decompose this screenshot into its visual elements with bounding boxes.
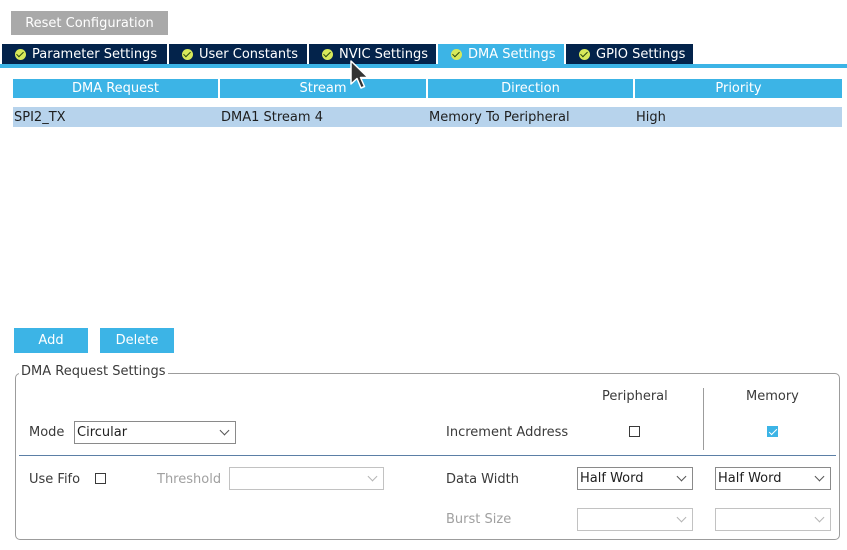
memory-burst-size-select[interactable] bbox=[715, 508, 831, 531]
memory-increment-checkbox[interactable] bbox=[767, 426, 778, 437]
memory-data-width-value: Half Word bbox=[718, 471, 782, 486]
check-circle-icon bbox=[322, 49, 333, 60]
threshold-select[interactable] bbox=[229, 467, 384, 490]
group-title: DMA Request Settings bbox=[19, 364, 168, 379]
mode-label: Mode bbox=[29, 425, 65, 440]
reset-configuration-button[interactable]: Reset Configuration bbox=[11, 11, 168, 35]
tab-nvic-settings[interactable]: NVIC Settings bbox=[309, 44, 438, 65]
tab-dma-settings[interactable]: DMA Settings bbox=[438, 44, 566, 65]
tab-label: DMA Settings bbox=[468, 47, 556, 62]
data-width-label: Data Width bbox=[446, 472, 519, 487]
check-circle-icon bbox=[15, 49, 26, 60]
chevron-down-icon bbox=[814, 471, 825, 482]
column-divider bbox=[703, 388, 704, 450]
burst-size-label: Burst Size bbox=[446, 512, 512, 527]
chevron-down-icon bbox=[814, 512, 825, 523]
cell-stream: DMA1 Stream 4 bbox=[221, 109, 323, 125]
table-row[interactable]: SPI2_TX DMA1 Stream 4 Memory To Peripher… bbox=[13, 107, 842, 127]
check-circle-icon bbox=[579, 49, 590, 60]
delete-button[interactable]: Delete bbox=[100, 328, 174, 353]
tab-label: GPIO Settings bbox=[596, 47, 686, 62]
use-fifo-label: Use Fifo bbox=[29, 472, 81, 487]
mouse-pointer-icon bbox=[350, 60, 369, 89]
cell-dma-request: SPI2_TX bbox=[14, 109, 66, 125]
tab-underline bbox=[0, 64, 847, 68]
column-header-priority[interactable]: Priority bbox=[635, 79, 842, 98]
column-header-stream[interactable]: Stream bbox=[220, 79, 428, 98]
chevron-down-icon bbox=[676, 512, 687, 523]
cell-direction: Memory To Peripheral bbox=[429, 109, 570, 125]
mode-value: Circular bbox=[77, 425, 128, 440]
dma-request-table: DMA Request Stream Direction Priority SP… bbox=[13, 79, 842, 127]
peripheral-data-width-value: Half Word bbox=[580, 471, 644, 486]
peripheral-burst-size-select[interactable] bbox=[577, 508, 693, 531]
peripheral-increment-checkbox[interactable] bbox=[629, 426, 640, 437]
check-circle-icon bbox=[182, 49, 193, 60]
tab-gpio-settings[interactable]: GPIO Settings bbox=[566, 44, 695, 65]
chevron-down-icon bbox=[367, 471, 378, 482]
tab-label: Parameter Settings bbox=[32, 47, 158, 62]
chevron-down-icon bbox=[219, 425, 230, 436]
check-circle-icon bbox=[451, 49, 462, 60]
memory-data-width-select[interactable]: Half Word bbox=[715, 467, 831, 490]
memory-column-header: Memory bbox=[746, 389, 799, 404]
tab-user-constants[interactable]: User Constants bbox=[169, 44, 309, 65]
column-header-direction[interactable]: Direction bbox=[428, 79, 635, 98]
cell-priority: High bbox=[636, 109, 666, 125]
threshold-label: Threshold bbox=[157, 472, 222, 487]
separator bbox=[19, 455, 836, 456]
tab-parameter-settings[interactable]: Parameter Settings bbox=[2, 44, 169, 65]
increment-address-label: Increment Address bbox=[446, 425, 569, 440]
table-header: DMA Request Stream Direction Priority bbox=[13, 79, 842, 98]
use-fifo-checkbox[interactable] bbox=[95, 473, 106, 484]
peripheral-data-width-select[interactable]: Half Word bbox=[577, 467, 693, 490]
tab-label: User Constants bbox=[199, 47, 298, 62]
peripheral-column-header: Peripheral bbox=[602, 389, 668, 404]
add-button[interactable]: Add bbox=[14, 328, 88, 353]
mode-select[interactable]: Circular bbox=[74, 421, 236, 444]
chevron-down-icon bbox=[676, 471, 687, 482]
column-header-dma-request[interactable]: DMA Request bbox=[13, 79, 220, 98]
